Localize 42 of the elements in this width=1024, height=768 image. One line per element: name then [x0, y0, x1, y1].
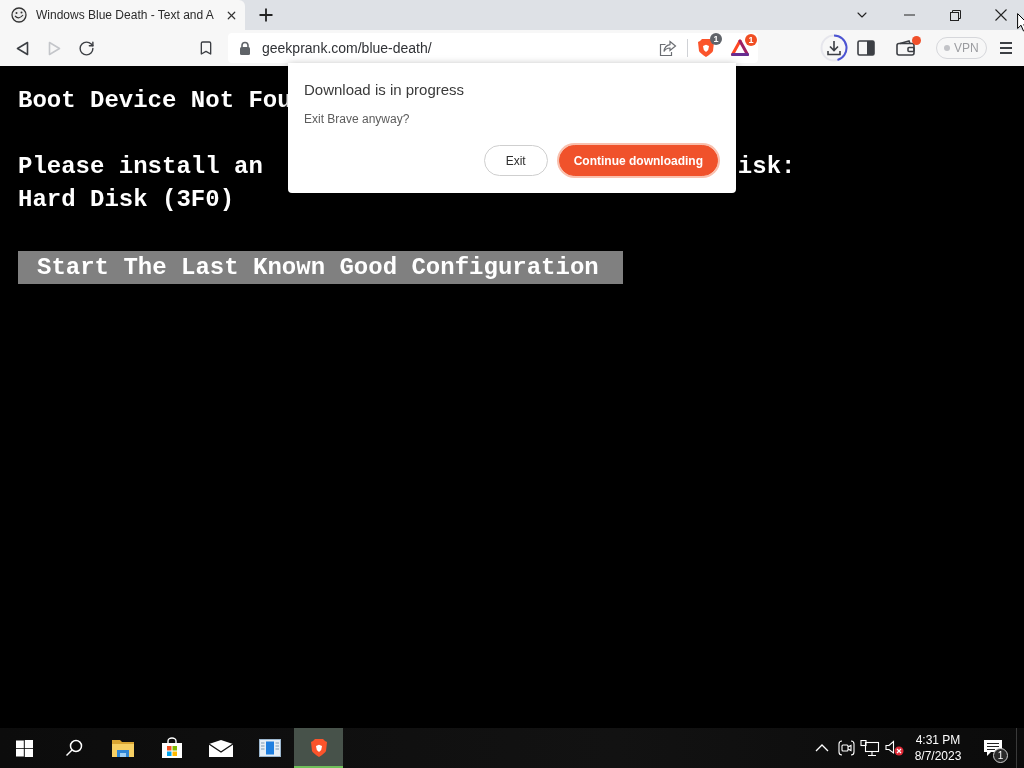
dialog-button[interactable]: Exit [483, 145, 548, 176]
monitor-icon[interactable] [860, 739, 880, 757]
back-icon[interactable] [15, 40, 29, 56]
boot-menu-option[interactable]: Start The Last Known Good Configuration [18, 251, 623, 284]
download-progress-icon[interactable] [820, 34, 848, 62]
minimize-icon[interactable] [903, 14, 915, 16]
windows-logo-icon[interactable] [16, 739, 33, 757]
dialog-title: Download is in progress [304, 81, 466, 99]
lion-shield-icon[interactable] [697, 38, 715, 58]
count-badge: 1 [710, 33, 722, 45]
boot-message-text: Please install an [18, 152, 263, 182]
shopping-bag-icon[interactable] [160, 737, 183, 759]
envelope-icon[interactable] [208, 739, 233, 757]
url-field[interactable]: geekprank.com/blue-death/ [262, 39, 659, 57]
share-icon[interactable] [659, 39, 677, 57]
lion-shield-icon[interactable] [309, 738, 328, 758]
clock-date[interactable]: 8/7/2023 [914, 748, 962, 764]
count-badge: 1 [745, 34, 757, 46]
reload-icon[interactable] [77, 39, 95, 57]
bookmark-icon[interactable] [198, 40, 214, 56]
boot-detail-text: Hard Disk (3F0) [18, 185, 235, 215]
triangle-logo-icon[interactable] [730, 39, 750, 57]
chevron-up-icon[interactable] [815, 744, 829, 752]
search-icon[interactable] [64, 739, 83, 757]
browser-tab[interactable]: Windows Blue Death - Text and A [0, 0, 245, 30]
new-tab-plus-icon[interactable] [259, 8, 273, 22]
menu-icon[interactable] [998, 41, 1013, 55]
camera-icon[interactable] [837, 740, 855, 756]
close-icon[interactable] [995, 9, 1007, 21]
lock-icon[interactable] [239, 41, 251, 55]
restore-icon[interactable] [949, 9, 961, 21]
count-badge: 1 [993, 748, 1008, 763]
favicon-icon [11, 7, 27, 23]
folder-icon[interactable] [110, 738, 135, 758]
primary-button[interactable]: Continue downloading [558, 145, 718, 176]
clock-time[interactable]: 4:31 PM [915, 732, 961, 748]
app-window-icon[interactable] [258, 739, 281, 757]
boot-message-text: isk: [737, 152, 796, 182]
dialog-message: Exit Brave anyway? [304, 112, 411, 126]
sidebar-icon[interactable] [857, 40, 875, 56]
speaker-icon[interactable] [884, 740, 904, 756]
wallet-icon[interactable] [896, 40, 916, 56]
